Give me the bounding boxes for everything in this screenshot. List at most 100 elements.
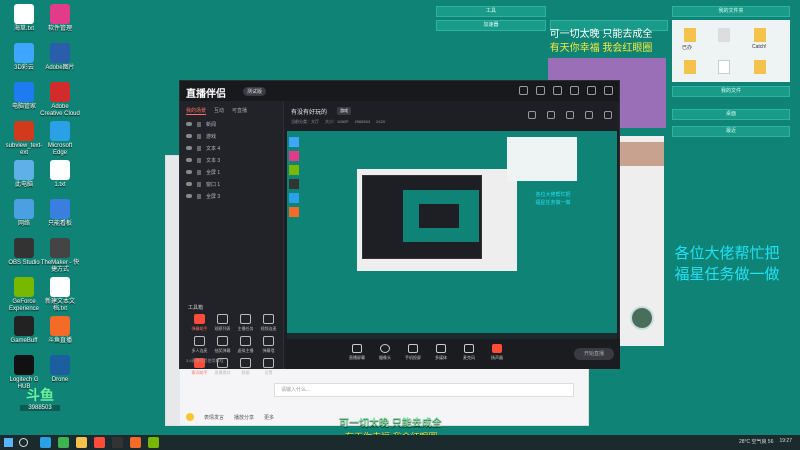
folder-icon[interactable] (684, 60, 696, 74)
scene-item[interactable]: 全屏 3 (180, 190, 283, 202)
speaker-button[interactable]: 扬声器 (481, 344, 513, 361)
desktop-icon[interactable]: 斗鱼直播 (40, 316, 80, 345)
tool-button[interactable]: 多人连麦 (188, 336, 211, 354)
wechat-icon[interactable] (58, 437, 69, 448)
settings-icon[interactable] (536, 86, 545, 95)
file-icon[interactable] (718, 60, 730, 74)
share-icon[interactable] (604, 111, 612, 119)
maximize-icon[interactable] (587, 86, 596, 95)
scene-item[interactable]: 文本 3 (180, 154, 283, 166)
emoji-icon[interactable] (186, 413, 194, 421)
eye-icon[interactable] (186, 122, 192, 126)
eye-icon[interactable] (186, 134, 192, 138)
eye-icon[interactable] (186, 194, 192, 198)
tool-button[interactable]: 虚拟主播 (234, 336, 257, 354)
tutorial-link[interactable]: 3.8直播伴侣使用教程 (186, 358, 224, 364)
eye-icon[interactable] (186, 182, 192, 186)
folder-icon[interactable] (76, 437, 87, 448)
lock-icon[interactable] (197, 121, 201, 127)
desktop-icon[interactable]: GeForce Experience (4, 277, 44, 312)
tool-button[interactable]: 抽奖弹幕 (211, 336, 234, 354)
scene-item[interactable]: 全屏 1 (180, 166, 283, 178)
desktop-icon[interactable]: 新建文本文档.txt (40, 277, 80, 312)
edge-icon[interactable] (40, 437, 51, 448)
folder-icon[interactable] (754, 60, 766, 74)
desktop-icon[interactable]: Drone (40, 355, 80, 384)
weather-text[interactable]: 28°C 空气良 56 (739, 438, 774, 445)
file-icon[interactable] (718, 28, 730, 42)
live-app-icon[interactable] (94, 437, 105, 448)
douyu-icon[interactable] (130, 437, 141, 448)
desktop-icon[interactable]: GameBuff (4, 316, 44, 345)
desktop-icon-label: 只能看板 (47, 221, 72, 227)
panel-button-desktop[interactable]: 桌面 (672, 109, 790, 120)
user-icon[interactable] (519, 86, 528, 95)
app-icon[interactable] (148, 437, 159, 448)
tool-button[interactable]: 主播任务 (234, 314, 257, 332)
tab-interact[interactable]: 互动 (214, 107, 224, 115)
overlay-line: 有天你幸福 我会红眼圈 (549, 43, 653, 54)
desktop-icon[interactable]: 只能看板 (40, 199, 80, 228)
desktop-icon[interactable]: TheMaker - 快捷方式 (40, 238, 80, 273)
start-icon[interactable] (4, 438, 13, 447)
desktop-icon[interactable]: 此电脑 (4, 160, 44, 189)
tab-live[interactable]: 可直播 (232, 107, 247, 115)
eye-icon[interactable] (186, 158, 192, 162)
desktop-icon[interactable]: 软件管理 (40, 4, 80, 33)
eye-icon[interactable] (186, 170, 192, 174)
folder-icon[interactable] (684, 28, 696, 42)
scene-item[interactable]: 新闻 (180, 118, 283, 130)
desktop-icon[interactable]: 电脑管家 (4, 82, 44, 111)
minimize-icon[interactable] (570, 86, 579, 95)
close-icon[interactable] (604, 86, 613, 95)
panel-button-folder[interactable]: 我的文件夹 (672, 6, 790, 17)
lock-icon[interactable] (197, 181, 201, 187)
panel-button-tools[interactable]: 工具 (436, 6, 546, 17)
lock-icon[interactable] (197, 145, 201, 151)
obs-icon[interactable] (112, 437, 123, 448)
start-live-button[interactable]: 开始直播 (574, 348, 614, 360)
chat-tool-1[interactable]: 表情发言 (204, 414, 224, 421)
tool-icon (240, 336, 251, 346)
desktop-icon[interactable]: Adobe图片 (40, 43, 80, 72)
expand-icon[interactable] (566, 111, 574, 119)
tab-scenes[interactable]: 我的场景 (186, 107, 207, 115)
search-icon[interactable] (19, 438, 28, 447)
chat-tool-2[interactable]: 播放分享 (234, 414, 254, 421)
tool-button[interactable]: 弹幕墙 (257, 336, 280, 354)
lock-icon[interactable] (547, 111, 555, 119)
clock[interactable]: 19:27 (779, 438, 792, 445)
tool-button[interactable]: 视频连麦 (257, 314, 280, 332)
lock-icon[interactable] (197, 169, 201, 175)
panel-button-files[interactable]: 我的文件 (672, 86, 790, 97)
desktop-icon-label: Adobe Creative Cloud (40, 104, 80, 117)
panel-button-recent[interactable]: 最近 (672, 126, 790, 137)
folder-icon[interactable] (754, 28, 766, 42)
lock-icon[interactable] (197, 157, 201, 163)
lock-icon[interactable] (197, 193, 201, 199)
desktop-icon[interactable]: 网络 (4, 199, 44, 228)
scene-item[interactable]: 文本 4 (180, 142, 283, 154)
desktop-icon[interactable]: 海草.txt (4, 4, 44, 33)
tool-button[interactable]: 设置 (257, 358, 280, 376)
lock-icon[interactable] (528, 111, 536, 119)
message-icon[interactable] (553, 86, 562, 95)
scene-item[interactable]: 窗口 1 (180, 178, 283, 190)
desktop-icon[interactable]: Microsoft Edge (40, 121, 80, 156)
tool-button[interactable]: 数据 (234, 358, 257, 376)
scene-item[interactable]: 游戏 (180, 130, 283, 142)
panel-button-accel[interactable]: 加速器 (436, 20, 546, 31)
stream-preview[interactable]: 各位大佬帮忙把 福星任务做一做 (287, 131, 617, 339)
lock-icon[interactable] (197, 133, 201, 139)
chat-tool-3[interactable]: 更多 (264, 414, 274, 421)
desktop-icon[interactable]: 3D彩云 (4, 43, 44, 72)
desktop-icon[interactable]: 1.txt (40, 160, 80, 189)
desktop-icon[interactable]: Adobe Creative Cloud (40, 82, 80, 117)
eye-icon[interactable] (186, 146, 192, 150)
desktop-icon[interactable]: subview_text-ext (4, 121, 44, 156)
fit-icon[interactable] (585, 111, 593, 119)
scene-label: 全屏 3 (206, 193, 221, 200)
desktop-icon[interactable]: OBS Studio (4, 238, 44, 267)
tool-button[interactable]: 观察列表 (211, 314, 234, 332)
tool-button[interactable]: 弹幕助手 (188, 314, 211, 332)
